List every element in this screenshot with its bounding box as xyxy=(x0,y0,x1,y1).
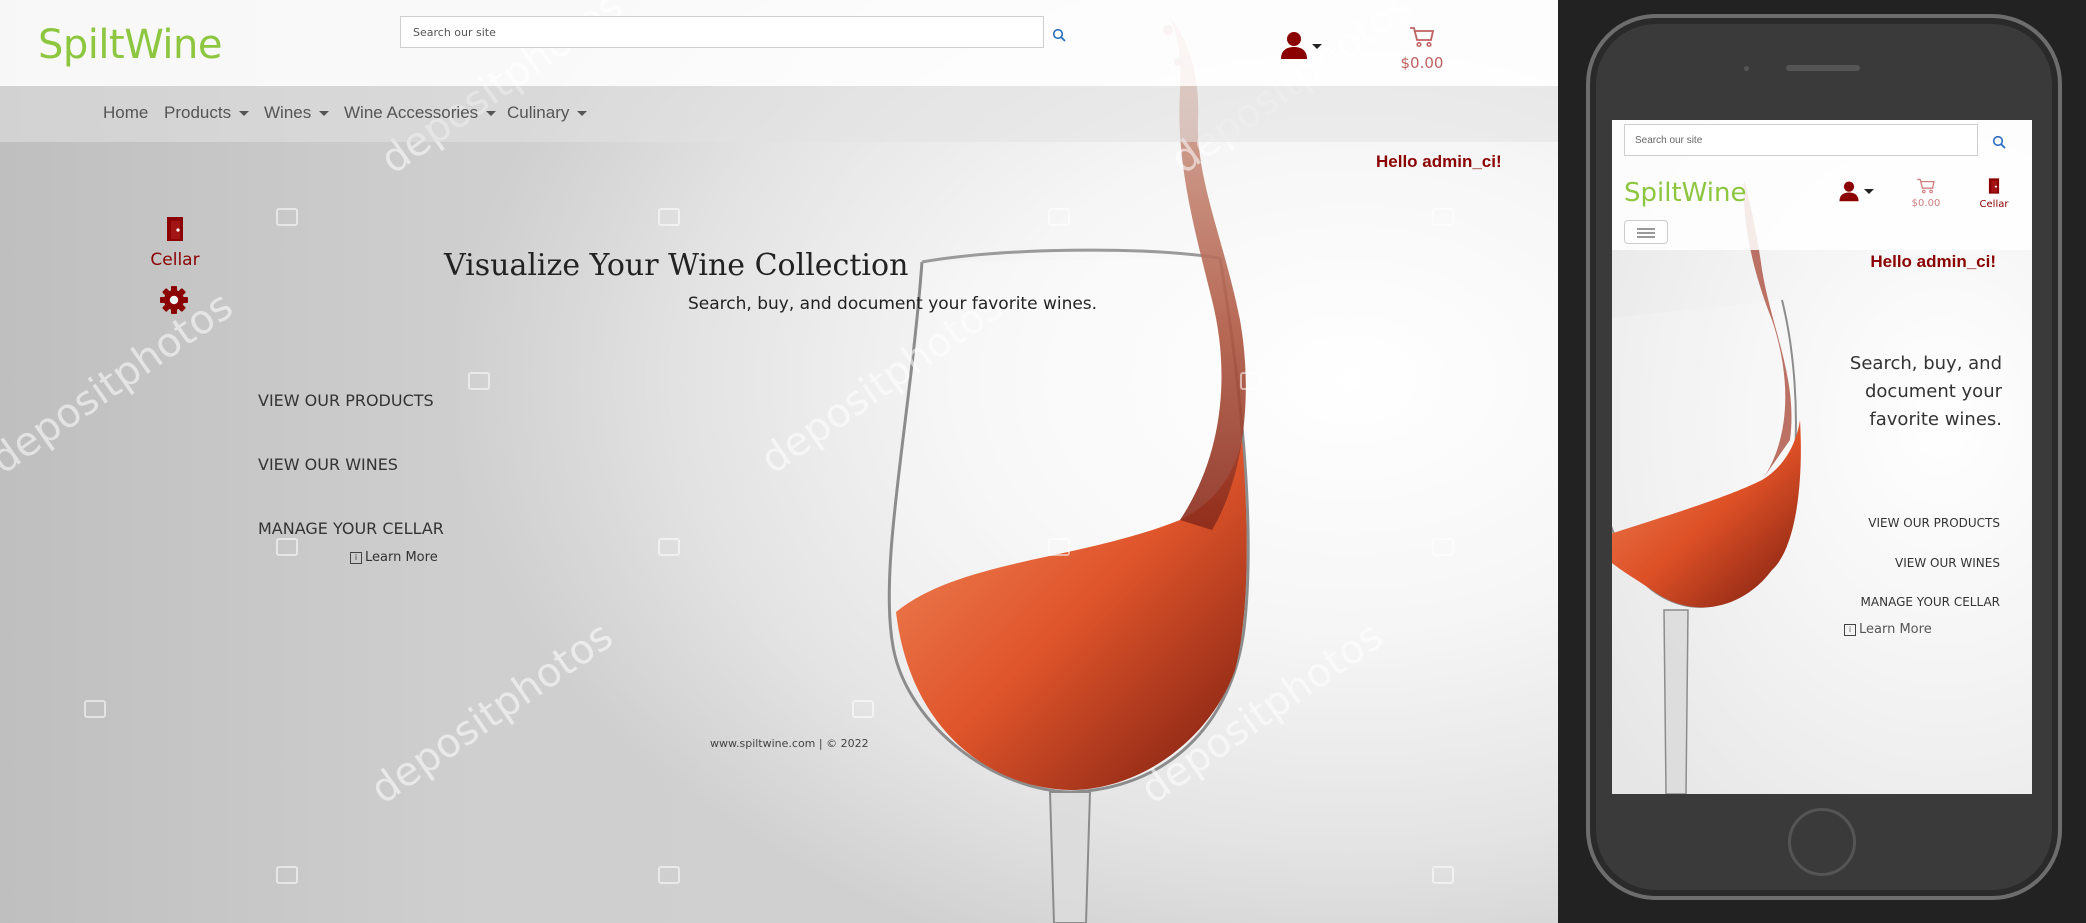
desktop-view: depositphotos depositphotos depositphoto… xyxy=(0,0,1558,923)
chevron-down-icon xyxy=(1864,189,1874,194)
cellar-label: Cellar xyxy=(150,250,200,270)
mobile-user-menu-button[interactable] xyxy=(1838,180,1882,204)
user-icon xyxy=(1839,181,1859,202)
hamburger-icon xyxy=(1637,232,1655,234)
mobile-screen: SpiltWine $0.00 Cellar Hello admin_ci! S… xyxy=(1612,120,2032,794)
user-greeting: Hello admin_ci! xyxy=(1376,152,1502,171)
mobile-view-wines-link[interactable]: VIEW OUR WINES xyxy=(1895,556,2000,570)
view-products-link[interactable]: VIEW OUR PRODUCTS xyxy=(258,391,434,410)
cart-icon xyxy=(1917,178,1935,194)
info-icon: i xyxy=(1844,623,1856,636)
manage-cellar-link[interactable]: MANAGE YOUR CELLAR xyxy=(258,519,444,538)
search-button[interactable] xyxy=(1052,27,1074,49)
settings-button[interactable] xyxy=(159,285,189,315)
mobile-user-greeting: Hello admin_ci! xyxy=(1870,252,1996,271)
user-menu-button[interactable] xyxy=(1280,30,1330,62)
watermark-camera-icon xyxy=(658,538,680,556)
mobile-learn-more-link[interactable]: i Learn More xyxy=(1844,622,1932,637)
nav-item-label: Products xyxy=(164,103,232,122)
watermark-camera-icon xyxy=(1432,866,1454,884)
chevron-down-icon xyxy=(486,111,497,117)
view-wines-link[interactable]: VIEW OUR WINES xyxy=(258,455,398,474)
mobile-site-logo[interactable]: SpiltWine xyxy=(1624,178,1746,208)
chevron-down-icon xyxy=(577,111,588,117)
search-icon xyxy=(1992,135,2006,149)
phone-speaker xyxy=(1786,65,1860,71)
watermark-camera-icon xyxy=(276,538,298,556)
mobile-search-input[interactable] xyxy=(1624,124,1978,156)
door-icon xyxy=(167,217,183,241)
cart-total: $0.00 xyxy=(1400,54,1444,72)
site-logo[interactable]: SpiltWine xyxy=(38,22,222,68)
mobile-learn-more-label: Learn More xyxy=(1859,622,1932,637)
watermark-camera-icon xyxy=(84,700,106,718)
nav-item-home[interactable]: Home xyxy=(103,103,148,123)
cart-icon xyxy=(1410,27,1435,48)
watermark-camera-icon xyxy=(468,372,490,390)
hero-title: Visualize Your Wine Collection xyxy=(444,248,909,283)
phone-home-button[interactable] xyxy=(1788,808,1856,876)
cellar-link[interactable]: Cellar xyxy=(150,216,200,270)
nav-item-wines[interactable]: Wines xyxy=(264,103,330,123)
watermark-camera-icon xyxy=(1432,208,1454,226)
nav-item-culinary[interactable]: Culinary xyxy=(507,103,588,123)
hamburger-icon xyxy=(1637,228,1655,230)
hamburger-icon xyxy=(1637,236,1655,238)
nav-item-label: Home xyxy=(103,103,149,122)
chevron-down-icon xyxy=(239,111,250,117)
nav-item-label: Wines xyxy=(264,103,312,122)
cart-button[interactable]: $0.00 xyxy=(1396,26,1448,72)
nav-item-label: Wine Accessories xyxy=(344,103,479,122)
info-icon: i xyxy=(350,551,362,564)
phone-camera xyxy=(1744,66,1749,71)
footer-text: www.spiltwine.com | © 2022 xyxy=(710,737,869,750)
mobile-cart-button[interactable]: $0.00 xyxy=(1906,178,1946,209)
hero-subtitle: Search, buy, and document your favorite … xyxy=(688,294,1098,314)
watermark-camera-icon xyxy=(658,866,680,884)
mobile-hero-subtitle: Search, buy, and document your favorite … xyxy=(1849,353,2002,430)
watermark-camera-icon xyxy=(658,208,680,226)
user-icon xyxy=(1281,32,1307,59)
search-icon xyxy=(1052,28,1066,42)
nav-item-wine-accessories[interactable]: Wine Accessories xyxy=(344,103,497,123)
mobile-view-products-link[interactable]: VIEW OUR PRODUCTS xyxy=(1868,516,2000,530)
learn-more-link[interactable]: i Learn More xyxy=(350,550,438,565)
mobile-cart-total: $0.00 xyxy=(1911,198,1941,209)
mobile-manage-cellar-link[interactable]: MANAGE YOUR CELLAR xyxy=(1861,595,2000,609)
learn-more-label: Learn More xyxy=(365,550,438,565)
chevron-down-icon xyxy=(1312,44,1322,49)
watermark: depositphotos xyxy=(362,612,622,814)
gear-icon xyxy=(160,286,188,314)
watermark-camera-icon xyxy=(276,866,298,884)
chevron-down-icon xyxy=(319,111,330,117)
nav-item-products[interactable]: Products xyxy=(164,103,250,123)
mobile-cellar-label: Cellar xyxy=(1979,199,2009,210)
mobile-cellar-link[interactable]: Cellar xyxy=(1972,177,2016,210)
watermark: depositphotos xyxy=(0,282,242,484)
watermark-camera-icon xyxy=(276,208,298,226)
search-input[interactable] xyxy=(400,16,1044,48)
watermark-camera-icon xyxy=(1432,538,1454,556)
door-icon xyxy=(1988,178,2000,194)
mobile-menu-toggle[interactable] xyxy=(1624,220,1668,244)
nav-item-label: Culinary xyxy=(507,103,570,122)
mobile-search-button[interactable] xyxy=(1992,134,2008,150)
